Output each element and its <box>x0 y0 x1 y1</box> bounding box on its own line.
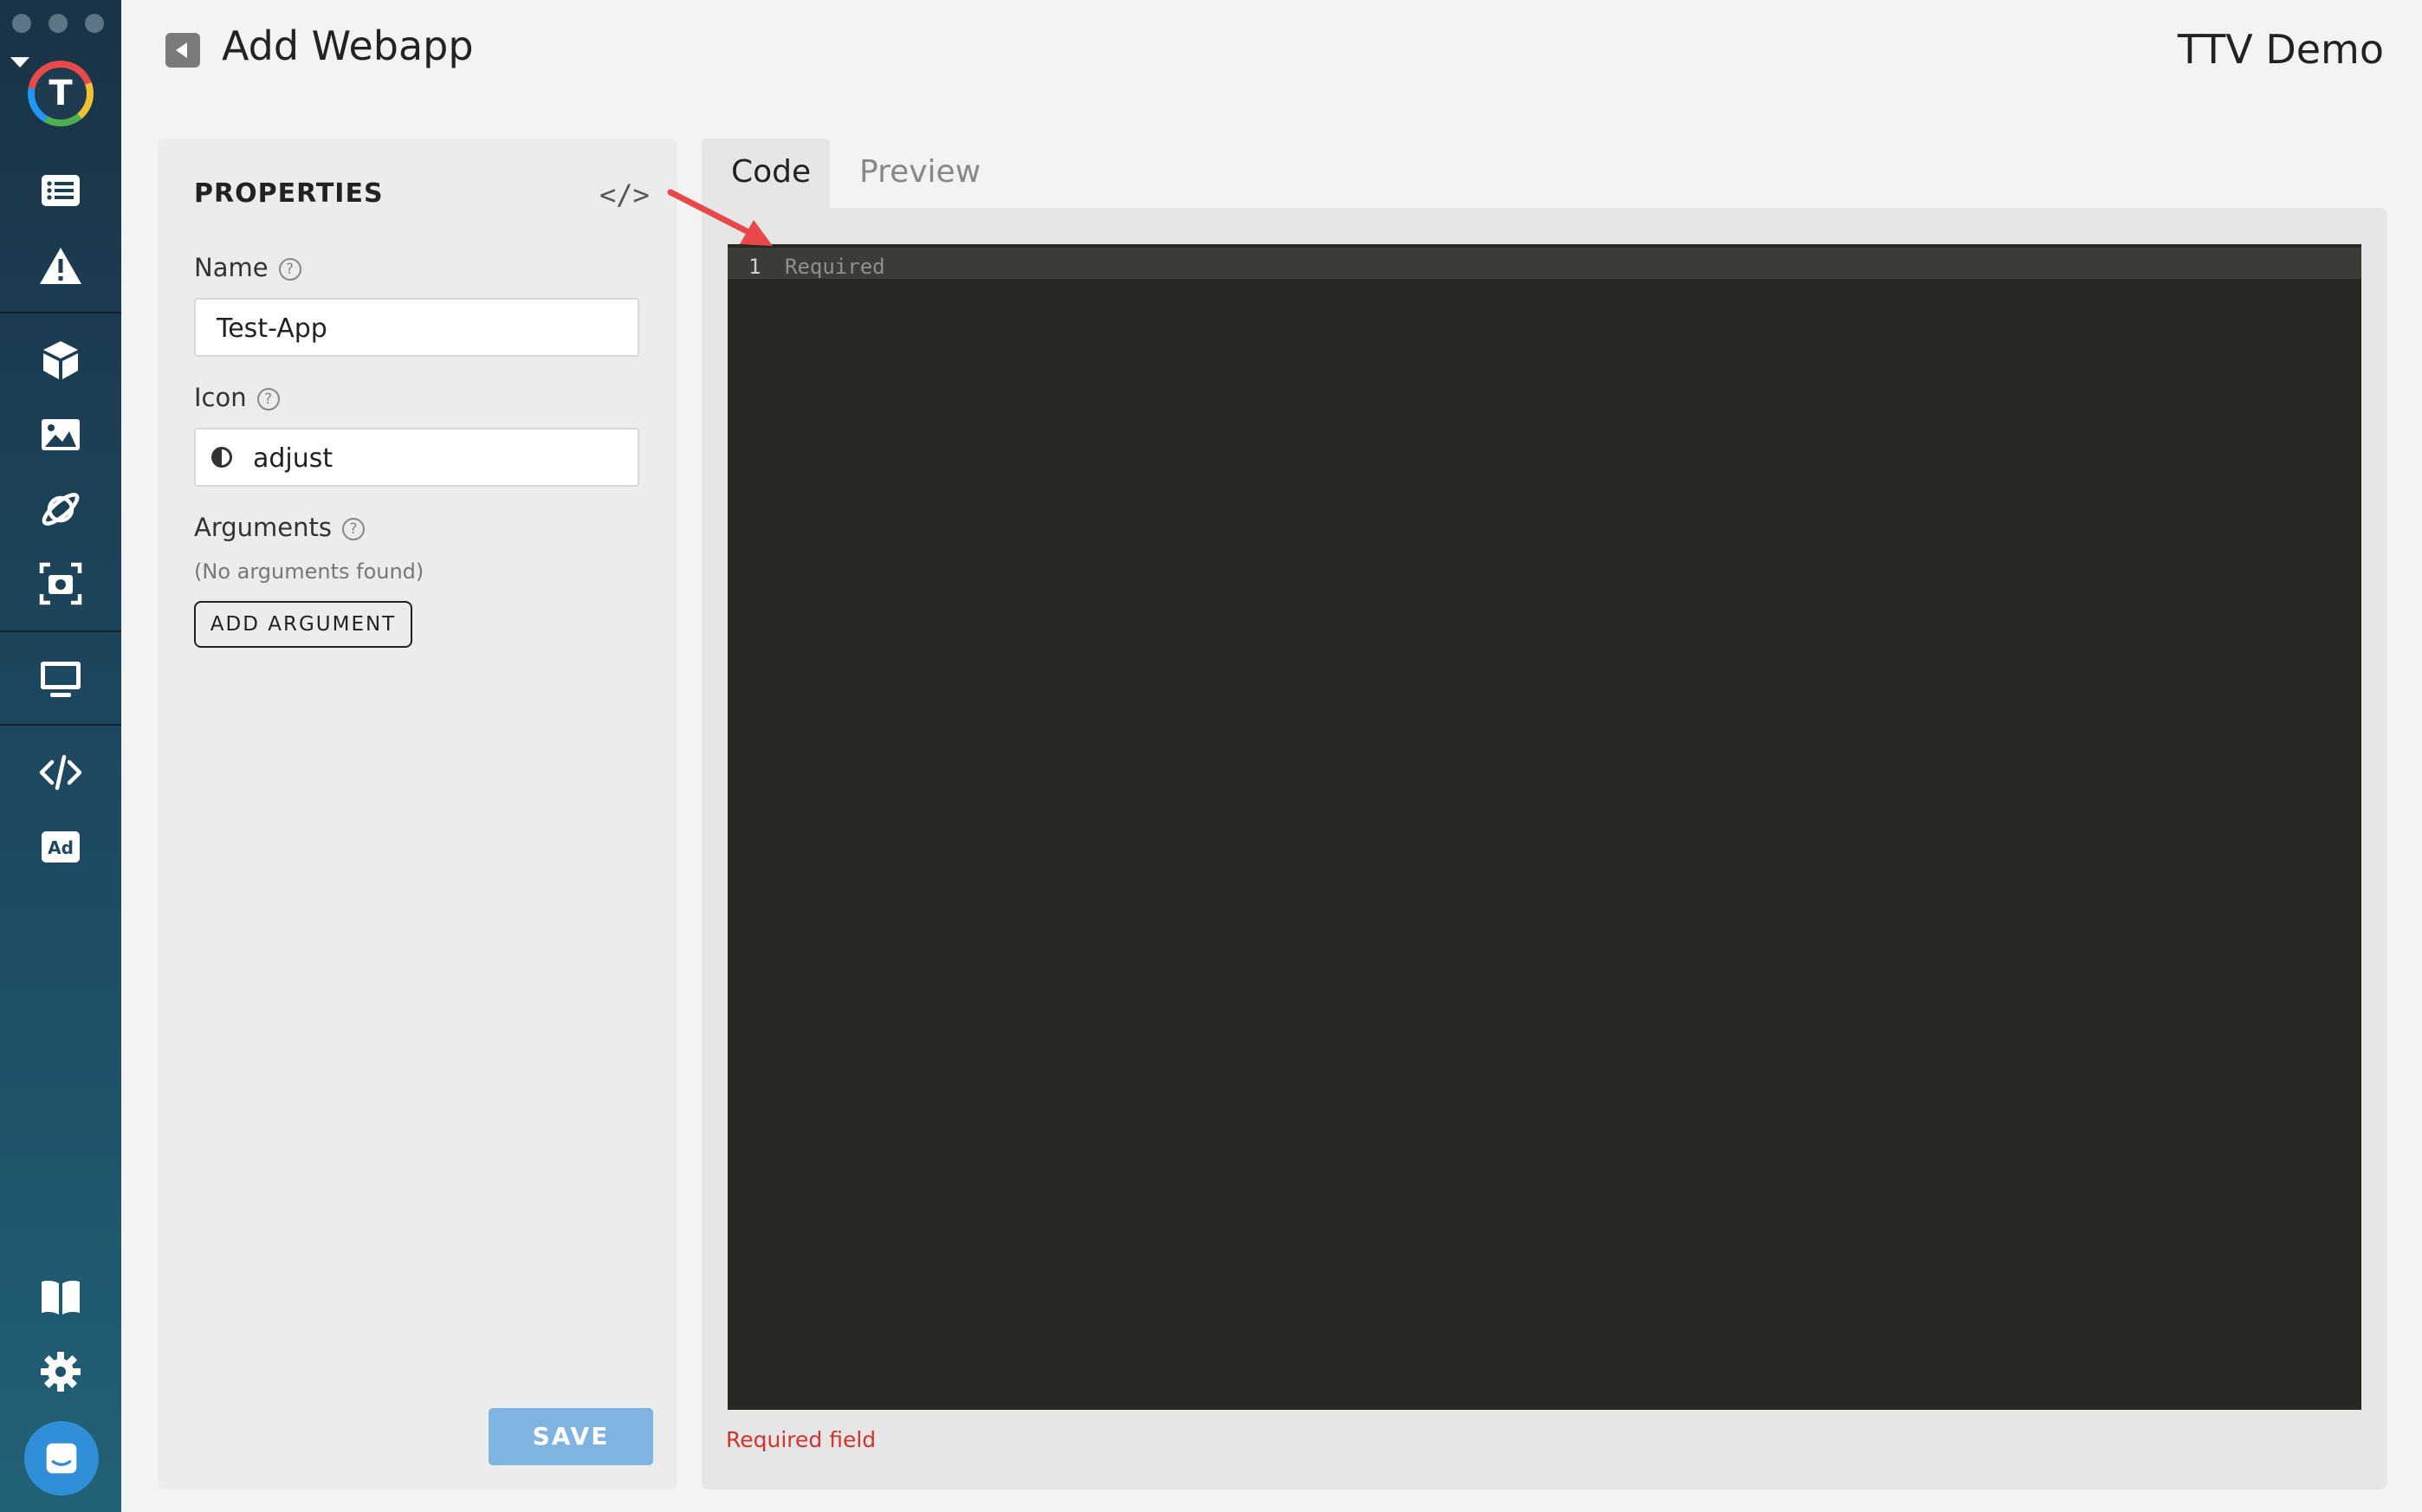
line-number: 1 <box>748 255 761 279</box>
cube-icon[interactable] <box>35 334 87 386</box>
name-field-value: Test-App <box>217 313 327 344</box>
book-icon[interactable] <box>35 1271 87 1323</box>
code-toggle-icon[interactable]: </> <box>599 178 650 211</box>
sidebar-divider <box>0 312 121 313</box>
no-arguments-text: (No arguments found) <box>194 559 424 584</box>
workspace-name: TTV Demo <box>2177 26 2384 73</box>
image-icon[interactable] <box>35 409 87 461</box>
minimize-window-button[interactable] <box>49 14 68 33</box>
name-field[interactable]: Test-App <box>194 298 639 357</box>
properties-title: PROPERTIES <box>194 178 384 209</box>
page-title: Add Webapp <box>222 23 474 69</box>
back-button[interactable] <box>165 33 200 68</box>
ad-icon-label: Ad <box>48 837 74 858</box>
icon-field-value: adjust <box>253 443 334 474</box>
tab-preview[interactable]: Preview <box>859 154 981 190</box>
adjust-icon <box>211 447 232 468</box>
menu-caret-icon[interactable] <box>10 57 29 68</box>
monitor-icon[interactable] <box>35 653 87 705</box>
chat-button[interactable] <box>24 1421 99 1496</box>
tab-code-label: Code <box>731 154 812 190</box>
chat-icon <box>46 1443 77 1474</box>
warning-icon[interactable] <box>35 241 87 293</box>
add-argument-button[interactable]: ADD ARGUMENT <box>194 601 412 648</box>
gear-icon[interactable] <box>35 1346 87 1398</box>
help-icon[interactable]: ? <box>256 388 280 410</box>
save-button[interactable]: SAVE <box>489 1408 653 1465</box>
name-label-text: Name <box>194 253 269 282</box>
active-line: 1 Required <box>728 248 2361 279</box>
arguments-label-text: Arguments <box>194 513 332 542</box>
code-icon[interactable] <box>35 746 87 798</box>
planet-icon[interactable] <box>35 483 87 535</box>
error-message: Required field <box>726 1427 877 1452</box>
sidebar: T Ad <box>0 0 121 1512</box>
help-icon[interactable]: ? <box>342 518 365 540</box>
ad-icon[interactable]: Ad <box>35 821 87 873</box>
code-editor[interactable]: 1 Required <box>728 244 2361 1410</box>
icon-field[interactable]: adjust <box>194 428 639 487</box>
sidebar-divider <box>0 630 121 632</box>
icon-label: Icon? <box>194 383 280 412</box>
editor-placeholder: Required <box>785 255 885 279</box>
name-label: Name? <box>194 253 301 282</box>
logo-letter: T <box>35 68 87 120</box>
icon-label-text: Icon <box>194 383 247 412</box>
sidebar-divider <box>0 724 121 726</box>
arguments-label: Arguments? <box>194 513 365 542</box>
help-icon[interactable]: ? <box>278 258 301 281</box>
camera-icon[interactable] <box>35 558 87 610</box>
list-icon[interactable] <box>35 165 87 216</box>
app-logo[interactable]: T <box>28 61 94 126</box>
close-window-button[interactable] <box>12 14 31 33</box>
zoom-window-button[interactable] <box>85 14 104 33</box>
annotation-arrow-icon <box>667 189 773 246</box>
